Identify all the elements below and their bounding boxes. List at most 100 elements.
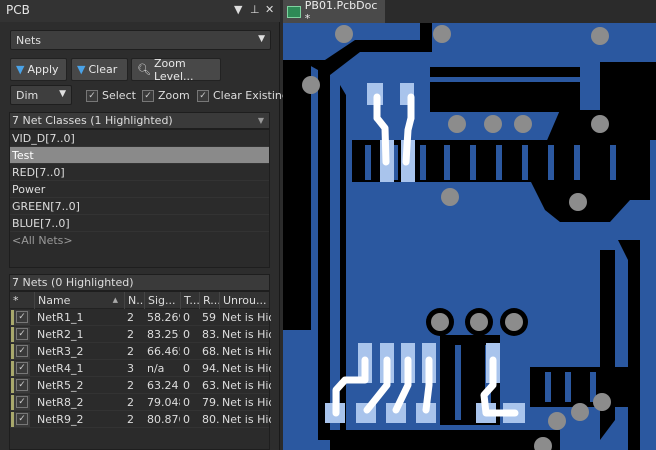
pin-icon[interactable]: ⊥ [250, 3, 260, 16]
pcb-panel: PCB ▼ ⊥ ✕ Nets ▼ ▼ Apply ▼ Clear 🔍︎ Zoom… [0, 0, 289, 450]
nets-column-header: * Name ▲ N... Sig... T... R... Unrou... [10, 292, 269, 309]
net-r: 59 [202, 311, 216, 324]
net-t: 0 [183, 345, 190, 358]
net-r: 94. [202, 362, 219, 375]
chevron-down-icon: ▼ [258, 34, 265, 44]
check-icon: ✓ [86, 89, 98, 102]
net-nodes: 2 [127, 396, 134, 409]
panel-title: PCB [6, 3, 30, 17]
net-row[interactable]: ✓ NetR5_2 2 63.24 0 63. Net is Hid [10, 377, 271, 394]
col-unrouted[interactable]: Unrou... [219, 292, 271, 309]
check-icon: ✓ [16, 413, 28, 425]
net-unrouted: Net is Hid [222, 328, 271, 341]
col-t[interactable]: T... [180, 292, 199, 309]
check-icon: ✓ [16, 345, 28, 357]
pcb-canvas[interactable] [283, 23, 656, 450]
net-row[interactable]: ✓ NetR8_2 2 79.0480 79.Net is Hid [10, 394, 271, 411]
net-class-item[interactable]: VID_D[7..0] [10, 130, 269, 147]
net-name: NetR2_1 [37, 328, 84, 341]
check-icon: ✓ [16, 379, 28, 391]
net-classes-header: 7 Net Classes (1 Highlighted) ▼ [9, 112, 270, 129]
clear-label: Clear [88, 63, 118, 76]
net-visible-checkbox[interactable]: ✓ [11, 395, 30, 410]
net-t: 0 [183, 379, 190, 392]
panel-menu-icon[interactable]: ▼ [234, 3, 242, 16]
net-t: 0 [183, 396, 190, 409]
net-class-item[interactable]: BLUE[7..0] [10, 215, 269, 232]
check-icon: ✓ [16, 328, 28, 340]
net-unrouted: Net is Hid [222, 396, 271, 409]
net-class-item[interactable]: GREEN[7..0] [10, 198, 269, 215]
net-r: 80. [202, 413, 219, 426]
clear-existing-checkbox[interactable]: ✓ Clear Existing [197, 89, 289, 102]
zoom-checkbox[interactable]: ✓ Zoom [142, 89, 190, 102]
net-nodes: 2 [127, 328, 134, 341]
mask-mode-value: Dim [16, 89, 39, 102]
clear-existing-label: Clear Existing [213, 89, 289, 102]
net-signal-length: 66.465 [147, 345, 180, 358]
net-row[interactable]: ✓ NetR9_2 2 80.8760 80.Net is Hid [10, 411, 271, 428]
tab-pcbdoc[interactable]: PB01.PcbDoc * [283, 0, 385, 25]
apply-button[interactable]: ▼ Apply [10, 58, 67, 81]
net-name: NetR5_2 [37, 379, 84, 392]
col-r[interactable]: R... [199, 292, 219, 309]
net-nodes: 3 [127, 362, 134, 375]
filter-icon: ▼ [16, 63, 25, 76]
check-icon: ✓ [16, 362, 28, 374]
net-class-item[interactable]: RED[7..0] [10, 164, 269, 181]
net-class-item-selected[interactable]: Test [10, 147, 269, 164]
net-signal-length: 80.876 [147, 413, 180, 426]
net-t: 0 [183, 362, 190, 375]
mask-mode-select[interactable]: Dim ▼ [10, 85, 72, 105]
nets-table: * Name ▲ N... Sig... T... R... Unrou... ✓… [9, 291, 271, 450]
net-nodes: 2 [127, 311, 134, 324]
check-icon: ✓ [142, 89, 154, 102]
zoom-label: Zoom [158, 89, 190, 102]
check-icon: ✓ [16, 311, 28, 323]
net-classes-list: VID_D[7..0] Test RED[7..0] Power GREEN[7… [9, 129, 270, 268]
net-t: 0 [183, 328, 190, 341]
net-row[interactable]: ✓ NetR1_1 2 58.2690 59 Net is Hid [10, 309, 271, 326]
tab-label: PB01.PcbDoc * [304, 0, 378, 25]
col-signal-length[interactable]: Sig... [144, 292, 180, 309]
col-star[interactable]: * [10, 292, 34, 309]
net-class-item[interactable]: Power [10, 181, 269, 198]
close-icon[interactable]: ✕ [265, 3, 274, 16]
net-t: 0 [183, 311, 190, 324]
net-unrouted: Net is Hid [222, 345, 271, 358]
net-r: 63. [202, 379, 219, 392]
net-visible-checkbox[interactable]: ✓ [11, 310, 30, 325]
net-visible-checkbox[interactable]: ✓ [11, 378, 30, 393]
net-nodes: 2 [127, 345, 134, 358]
net-visible-checkbox[interactable]: ✓ [11, 344, 30, 359]
chevron-down-icon[interactable]: ▼ [258, 113, 264, 128]
net-name: NetR4_1 [37, 362, 84, 375]
net-classes-title: 7 Net Classes (1 Highlighted) [12, 114, 173, 127]
net-row[interactable]: ✓ NetR4_1 3 n/a 0 94. Net is Hid [10, 360, 271, 377]
mode-select-value: Nets [16, 34, 42, 47]
magnifier-icon: 🔍︎ [137, 63, 151, 76]
panel-titlebar: PCB ▼ ⊥ ✕ [0, 0, 280, 22]
net-visible-checkbox[interactable]: ✓ [11, 327, 30, 342]
net-visible-checkbox[interactable]: ✓ [11, 361, 30, 376]
net-signal-length: 63.24 [147, 379, 179, 392]
net-unrouted: Net is Hid [222, 413, 271, 426]
select-label: Select [102, 89, 136, 102]
check-icon: ✓ [197, 89, 209, 102]
zoom-level-button[interactable]: 🔍︎ Zoom Level... [131, 57, 221, 83]
select-checkbox[interactable]: ✓ Select [86, 89, 136, 102]
net-class-item-all[interactable]: <All Nets> [10, 232, 269, 249]
net-r: 83. [202, 328, 219, 341]
pcb-document-icon [287, 5, 301, 18]
net-row[interactable]: ✓ NetR2_1 2 83.2510 83.Net is Hid [10, 326, 271, 343]
mode-select[interactable]: Nets ▼ [10, 30, 271, 50]
net-visible-checkbox[interactable]: ✓ [11, 412, 30, 427]
net-row[interactable]: ✓ NetR3_2 2 66.4650 68.Net is Hid [10, 343, 271, 360]
clear-button[interactable]: ▼ Clear [71, 58, 128, 81]
col-nodes[interactable]: N... [124, 292, 144, 309]
net-name: NetR1_1 [37, 311, 84, 324]
sort-asc-icon: ▲ [112, 296, 118, 304]
net-t: 0 [183, 413, 190, 426]
net-signal-length: 58.269 [147, 311, 180, 324]
col-name[interactable]: Name ▲ [34, 292, 124, 309]
